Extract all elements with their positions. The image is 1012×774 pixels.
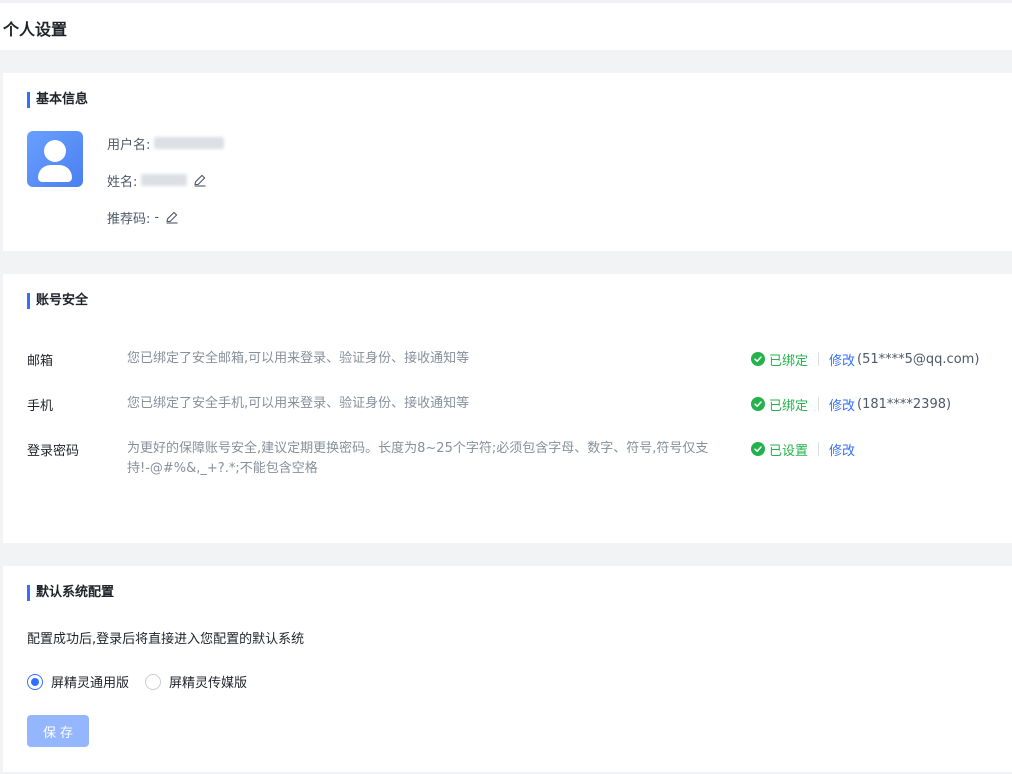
default-system-title: 默认系统配置 (27, 585, 114, 601)
email-desc: 您已绑定了安全邮箱,可以用来登录、验证身份、接收通知等 (127, 351, 470, 366)
save-button[interactable]: 保存 (27, 715, 89, 747)
divider (818, 442, 820, 456)
default-system-hint: 配置成功后,登录后将直接进入您配置的默认系统 (27, 632, 305, 647)
divider (818, 397, 820, 411)
basic-info-card: 基本信息 用户名: 姓名: 推荐码: - (3, 73, 1012, 251)
modify-password-link[interactable]: 修改 (829, 440, 855, 459)
account-security-title: 账号安全 (27, 293, 88, 309)
check-circle-icon (751, 352, 765, 366)
check-circle-icon (751, 442, 765, 456)
referral-row: 推荐码: - (107, 208, 179, 227)
modify-email-link[interactable]: 修改 (829, 350, 855, 369)
radio-media-edition[interactable]: 屏精灵传媒版 (145, 672, 247, 691)
phone-status-text: 已绑定 (769, 398, 809, 414)
phone-label: 手机 (27, 399, 54, 414)
bound-email-value: (51****5@qq.com) (857, 351, 980, 367)
email-status: 已绑定 修改 (51****5@qq.com) (751, 349, 979, 369)
radio-general-edition[interactable]: 屏精灵通用版 (27, 672, 129, 691)
radio-checked-icon[interactable] (27, 673, 43, 690)
radio-media-edition-label: 屏精灵传媒版 (169, 676, 248, 691)
edit-referral-pencil-icon[interactable] (165, 210, 179, 224)
page-title: 个人设置 (3, 20, 68, 39)
user-avatar-icon (27, 131, 83, 187)
username-value-masked (154, 137, 225, 149)
email-label: 邮箱 (27, 354, 54, 369)
account-security-card: 账号安全 邮箱 您已绑定了安全邮箱,可以用来登录、验证身份、接收通知等 已绑定 … (3, 274, 1012, 543)
username-label: 用户名: (107, 137, 151, 153)
modify-phone-link[interactable]: 修改 (829, 395, 855, 414)
password-desc: 为更好的保障账号安全,建议定期更换密码。长度为8~25个字符;必须包含字母、数字… (127, 441, 709, 476)
name-row: 姓名: (107, 171, 207, 190)
default-system-card: 默认系统配置 配置成功后,登录后将直接进入您配置的默认系统 屏精灵通用版 屏精灵… (3, 566, 1012, 772)
radio-general-edition-label: 屏精灵通用版 (51, 676, 130, 691)
edit-name-pencil-icon[interactable] (193, 173, 207, 187)
email-status-text: 已绑定 (769, 353, 809, 369)
password-status: 已设置 修改 (751, 439, 855, 459)
password-label: 登录密码 (27, 444, 80, 459)
check-circle-icon (751, 397, 765, 411)
phone-desc: 您已绑定了安全手机,可以用来登录、验证身份、接收通知等 (127, 396, 470, 411)
default-system-radio-group: 屏精灵通用版 屏精灵传媒版 (27, 672, 263, 691)
password-status-text: 已设置 (769, 443, 809, 459)
page-header: 个人设置 (0, 0, 1012, 50)
divider (818, 352, 820, 366)
username-row: 用户名: (107, 134, 225, 153)
referral-label: 推荐码: (107, 211, 151, 227)
name-value-masked (141, 174, 188, 186)
bound-phone-value: (181****2398) (857, 396, 952, 412)
basic-info-title: 基本信息 (27, 92, 88, 108)
referral-value: - (154, 209, 160, 225)
name-label: 姓名: (107, 174, 138, 190)
phone-status: 已绑定 修改 (181****2398) (751, 394, 951, 414)
radio-unchecked-icon[interactable] (145, 673, 162, 690)
